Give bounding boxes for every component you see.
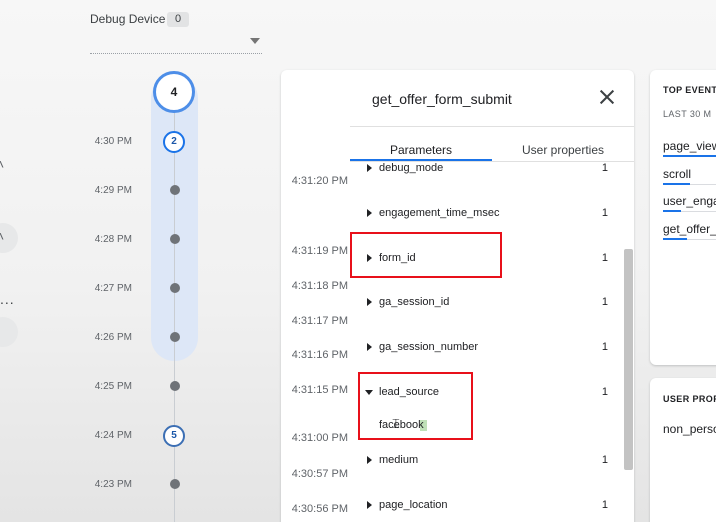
collapse-arrow-icon[interactable]: [365, 390, 373, 395]
event-timestamp[interactable]: 4:31:16 PM: [284, 349, 348, 361]
divider: [350, 126, 634, 127]
top-event-item[interactable]: page_view: [663, 139, 716, 153]
parameter-name[interactable]: form_id: [379, 252, 416, 264]
user-properties-heading: USER PROP: [663, 394, 716, 404]
event-timestamp[interactable]: 4:31:15 PM: [284, 384, 348, 396]
tab-user-properties[interactable]: User properties: [492, 143, 634, 157]
event-details-panel: [281, 70, 634, 522]
parameter-name[interactable]: page_location: [379, 499, 448, 511]
event-timestamp[interactable]: 4:31:00 PM: [284, 432, 348, 444]
debug-device-select[interactable]: [90, 36, 262, 54]
top-event-item[interactable]: scroll: [663, 167, 691, 181]
expand-arrow-icon[interactable]: [367, 254, 372, 262]
dropdown-caret-icon: [250, 38, 260, 44]
parameter-count: 1: [601, 162, 608, 174]
top-event-item[interactable]: get_offer_: [663, 222, 716, 236]
parameter-count: 1: [601, 296, 608, 308]
timeline-time-label: 4:29 PM: [94, 185, 132, 196]
parameter-count: 1: [601, 454, 608, 466]
top-events-heading: TOP EVENT: [663, 85, 716, 95]
event-bar: [663, 155, 716, 157]
timeline-dot[interactable]: [170, 234, 180, 244]
expand-arrow-icon[interactable]: [367, 209, 372, 217]
timeline-time-label: 4:24 PM: [94, 430, 132, 441]
form-id-highlight-box: [350, 232, 502, 278]
timeline-time-label: 4:25 PM: [94, 381, 132, 392]
event-timestamp[interactable]: 4:30:56 PM: [284, 503, 348, 515]
event-timestamp[interactable]: 4:30:57 PM: [284, 468, 348, 480]
timeline-dot[interactable]: [170, 332, 180, 342]
user-property-item[interactable]: non_perso: [663, 422, 716, 436]
timeline-line: [174, 110, 175, 522]
debug-device-count-badge: 0: [167, 12, 189, 27]
event-timestamp[interactable]: 4:31:18 PM: [284, 280, 348, 292]
event-timestamp[interactable]: 4:31:19 PM: [284, 245, 348, 257]
timeline-dot[interactable]: [170, 381, 180, 391]
parameter-name[interactable]: lead_source: [379, 386, 439, 398]
chevron-up-icon: ˄: [0, 228, 5, 244]
parameter-count: 1: [601, 386, 608, 398]
expand-arrow-icon[interactable]: [367, 164, 372, 172]
event-timestamp[interactable]: 4:31:17 PM: [284, 315, 348, 327]
top-events-subheading: LAST 30 M: [663, 109, 712, 119]
text-cursor-icon: ⌶: [392, 416, 400, 431]
parameter-name[interactable]: ga_session_id: [379, 296, 449, 308]
timeline-dot[interactable]: [170, 479, 180, 489]
tab-parameters[interactable]: Parameters: [350, 143, 492, 157]
avatar[interactable]: [0, 317, 18, 347]
scrollbar[interactable]: [624, 249, 633, 470]
timeline-time-label: 4:30 PM: [94, 136, 132, 147]
timeline-dot[interactable]: [170, 185, 180, 195]
expand-arrow-icon[interactable]: [367, 298, 372, 306]
timeline-event-count-bubble[interactable]: 2: [163, 131, 185, 153]
parameter-value: facebook: [379, 419, 424, 431]
expand-arrow-icon[interactable]: [367, 501, 372, 509]
timeline-time-label: 4:27 PM: [94, 283, 132, 294]
top-event-item[interactable]: user_enga: [663, 194, 716, 208]
event-bar: [663, 210, 681, 212]
timeline-event-count-bubble[interactable]: 5: [163, 425, 185, 447]
parameter-count: 1: [601, 207, 608, 219]
parameter-count: 1: [601, 499, 608, 511]
event-timestamp[interactable]: 4:31:20 PM: [284, 175, 348, 187]
debug-device-label: Debug Device: [90, 12, 166, 26]
expand-arrow-icon[interactable]: [367, 343, 372, 351]
timeline-dot[interactable]: [170, 283, 180, 293]
close-icon[interactable]: [598, 88, 616, 106]
parameter-count: 1: [601, 341, 608, 353]
event-bar: [663, 183, 690, 185]
parameter-name[interactable]: medium: [379, 454, 418, 466]
chevron-up-icon[interactable]: ˄: [0, 156, 4, 172]
event-bar: [663, 238, 687, 240]
expand-arrow-icon[interactable]: [367, 456, 372, 464]
parameter-name[interactable]: ga_session_number: [379, 341, 478, 353]
more-ellipsis: ...: [0, 291, 15, 307]
parameter-name[interactable]: engagement_time_msec: [379, 207, 499, 219]
timeline-time-label: 4:23 PM: [94, 479, 132, 490]
timeline-top-event-bubble[interactable]: 4: [153, 71, 195, 113]
event-title: get_offer_form_submit: [372, 91, 512, 107]
timeline-time-label: 4:26 PM: [94, 332, 132, 343]
parameter-name[interactable]: debug_mode: [379, 162, 443, 174]
timeline-time-label: 4:28 PM: [94, 234, 132, 245]
parameter-count: 1: [601, 252, 608, 264]
